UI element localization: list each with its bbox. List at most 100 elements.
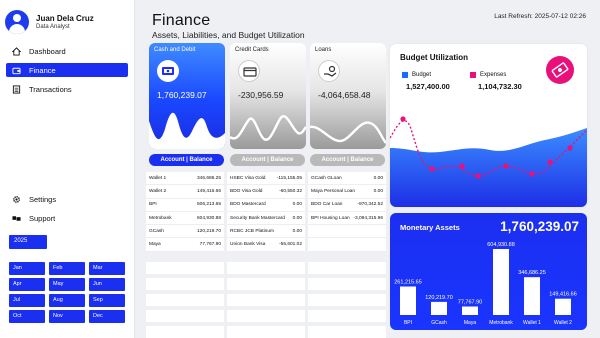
profile-role: Data Analyst [36,24,70,30]
handshake-icon [12,215,21,221]
table-row[interactable]: BPI 506,213.65 [146,199,224,212]
bar-maya[interactable] [462,306,478,315]
year-filter[interactable]: 2025 [9,235,47,249]
empty-rows [308,262,386,338]
month-button[interactable]: Jan [9,262,45,275]
expenses-value: 1,104,732.30 [478,82,522,91]
table-row[interactable]: Wallet 2 149,416.66 [146,185,224,199]
table-row[interactable]: Union Bank Visa -55,601.02 [227,238,305,252]
home-icon [12,46,21,56]
month-button[interactable]: Mar [89,262,125,275]
loans-card: Loans -4,064,658.48 [310,43,386,149]
nav-item-label: Dashboard [29,46,66,56]
user-profile: Juan Dela Cruz Data Analyst [5,10,94,34]
nav-item-label: Support [29,213,56,223]
monetary-bar-chart: 261,215.65 BPI 120,219.70 GCash 77,767.90 May… [394,242,577,326]
table-row[interactable]: BDO Visa Gold -60,550.32 [227,185,305,199]
empty-rows [146,262,224,338]
month-button[interactable]: Jun [89,278,125,291]
sparkline-wave [230,115,306,141]
month-button[interactable]: Sep [89,294,125,307]
secondary-nav: Settings Support [6,192,128,230]
nav-item-transactions[interactable]: Transactions [6,82,128,96]
legend-budget: Budget [402,72,431,78]
bar-value-label: 261,215.65 [394,280,422,286]
category-label: Metrobank [489,320,513,326]
wallet-icon [12,67,21,74]
cash-debit-table: Wallet 1 346,686.25 Wallet 2 149,416.66 BP… [146,172,224,252]
nav-item-label: Transactions [29,84,72,94]
nav-item-label: Settings [29,194,57,204]
empty-rows [227,262,305,338]
category-label: Wallet 1 [523,320,541,326]
list-icon [12,84,21,94]
month-button[interactable]: Aug [49,294,85,307]
nav-item-support[interactable]: Support [6,211,128,225]
category-label: GCash [431,320,447,326]
bar-value-label: 346,686.25 [518,270,546,276]
card-label: Credit Cards [235,47,269,53]
month-button[interactable]: Apr [9,278,45,291]
credit-cards-card: Credit Cards -230,956.59 [230,43,306,149]
nav-item-settings[interactable]: Settings [6,192,128,206]
table-row[interactable]: GCash 120,219.70 [146,225,224,239]
table-row[interactable]: Wallet 1 346,686.25 [146,172,224,186]
table-row[interactable]: RCBC JCB Platinum 0.00 [227,225,305,239]
sidebar: Juan Dela Cruz Data Analyst Dashboard Fi… [0,0,135,338]
main-nav: Dashboard Finance Transactions [6,44,128,101]
month-button[interactable]: Jul [9,294,45,307]
sparkline-wave [149,112,225,149]
bar-value-label: 77,767.90 [458,300,482,306]
table-row[interactable]: Maya 77,767.90 [146,238,224,252]
month-button[interactable]: Feb [49,262,85,275]
month-button[interactable]: May [49,278,85,291]
card-label: Loans [315,47,332,53]
bar-value-label: 149,416.66 [549,292,577,298]
table-row [308,238,386,252]
table-row[interactable]: BPI Housing Loan -3,094,315.96 [308,212,386,226]
bar-bpi[interactable] [400,286,416,315]
cash-icon [157,60,179,82]
month-button[interactable]: Oct [9,310,45,323]
nav-item-finance[interactable]: Finance [6,63,128,77]
account-balance-button[interactable]: Account | Balance [149,154,224,166]
category-label: Maya [464,320,476,326]
profile-name: Juan Dela Cruz [36,14,94,23]
month-button[interactable]: Dec [89,310,125,323]
avatar-icon [5,10,29,34]
page-subtitle: Assets, Liabilities, and Budget Utilizat… [152,30,305,40]
page-title: Finance [152,12,211,29]
category-label: BPI [404,320,412,326]
budget-value: 1,527,400.00 [406,82,450,91]
category-label: Wallet 2 [554,320,572,326]
bar-metrobank[interactable] [493,249,509,315]
bar-wallet-2[interactable] [555,298,571,315]
account-balance-button[interactable]: Account | Balance [230,154,305,166]
bar-wallet-1[interactable] [524,277,540,315]
gear-icon [13,195,20,203]
table-row [308,225,386,239]
nav-item-label: Finance [29,65,56,75]
table-row[interactable]: BDO Car Loan -970,342.52 [308,199,386,212]
cash-debit-card: Cash and Debit 1,760,239.07 [149,43,225,149]
table-row[interactable]: BDO Mastercard 0.00 [227,199,305,212]
money-icon [546,56,574,84]
account-balance-button[interactable]: Account | Balance [310,154,385,166]
budget-utilization-panel: Budget Utilization Budget 1,527,400.00 E… [390,44,587,207]
table-row[interactable]: HSBC Visa Gold -115,155.05 [227,172,305,186]
table-row[interactable]: Metrobank 604,930.88 [146,212,224,226]
budget-title: Budget Utilization [400,53,468,62]
nav-item-dashboard[interactable]: Dashboard [6,44,128,58]
month-button[interactable]: Nov [49,310,85,323]
bar-gcash[interactable] [431,301,447,315]
loans-table: GCash GLoan 0.00 Maya Personal Loan 0.00 B… [308,172,386,252]
table-row[interactable]: Maya Personal Loan 0.00 [308,185,386,199]
loan-hand-icon [318,60,340,82]
card-label: Cash and Debit [154,47,196,53]
table-row[interactable]: GCash GLoan 0.00 [308,172,386,186]
legend-expenses: Expenses [470,72,506,78]
bar-value-label: 604,930.88 [487,242,515,248]
last-refresh: Last Refresh: 2025-07-12 02:26 [494,13,586,20]
table-row[interactable]: Security Bank Mastercard 0.00 [227,212,305,226]
month-filter: Jan Feb Mar Apr May Jun Jul Aug Sep Oct … [9,262,125,323]
